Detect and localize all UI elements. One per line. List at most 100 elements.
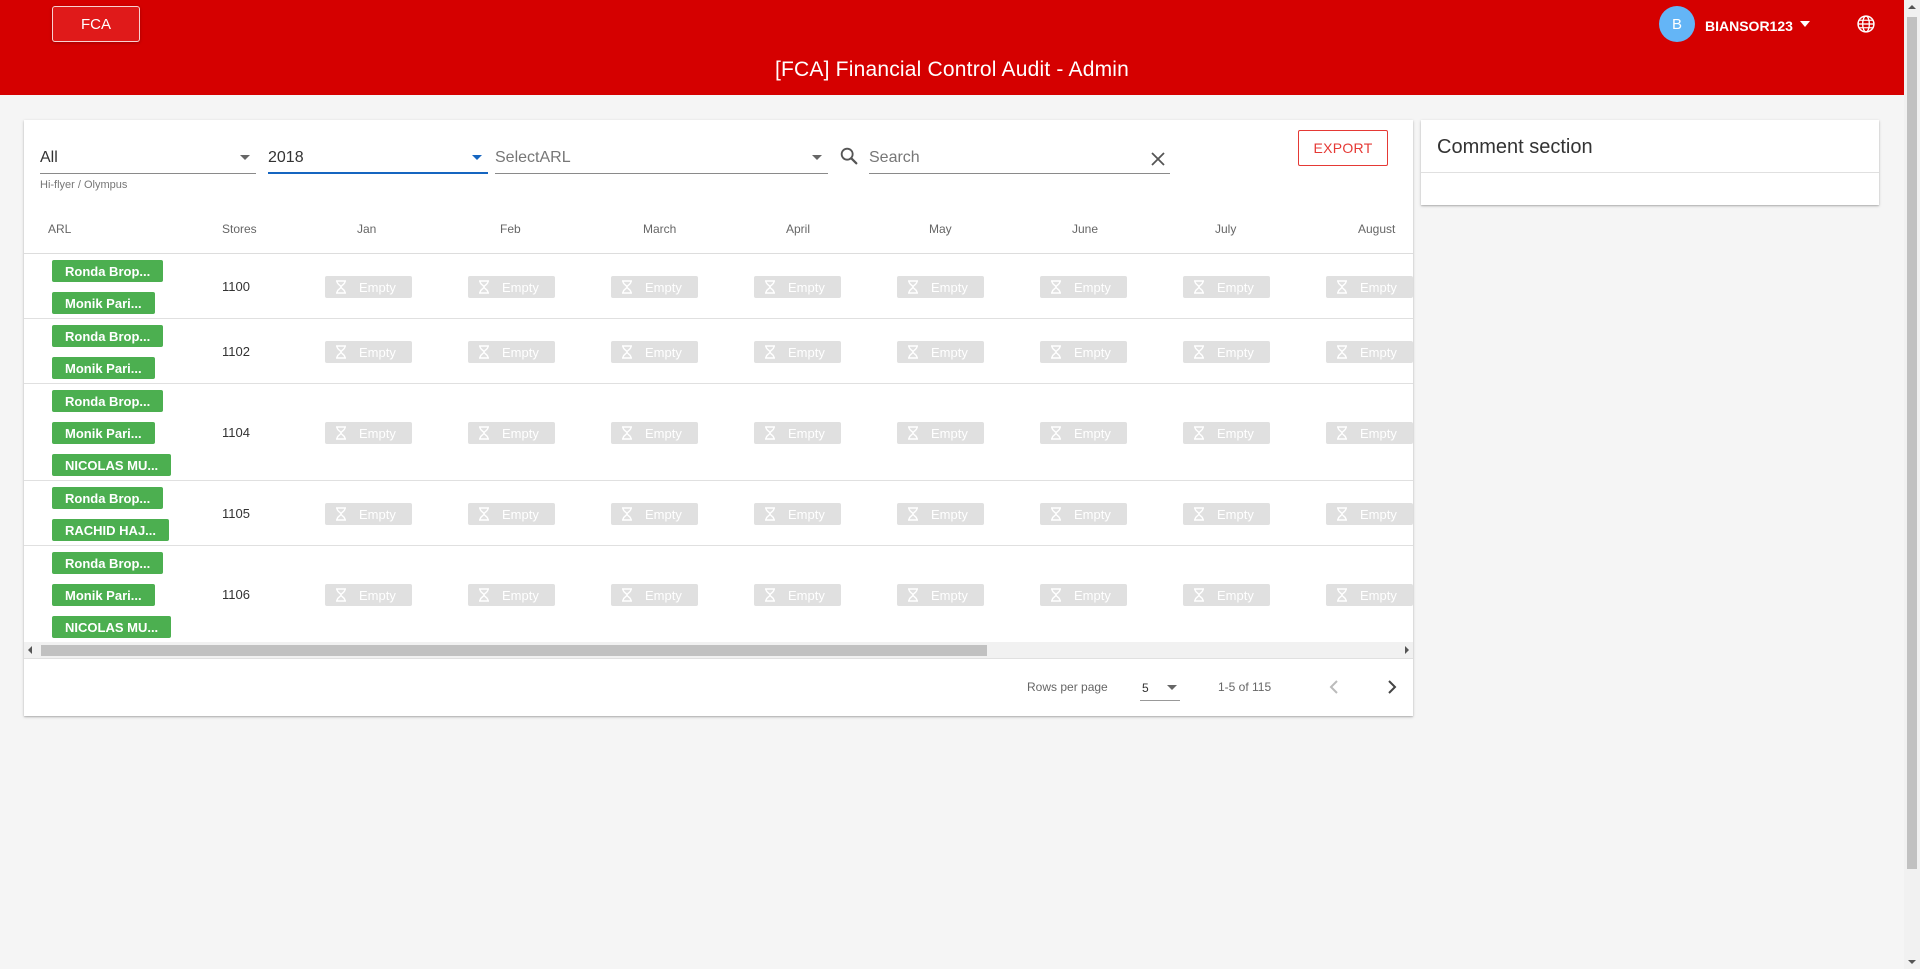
- arl-chip[interactable]: NICOLAS MU...: [52, 616, 172, 638]
- group-helper-text: Hi-flyer / Olympus: [40, 179, 128, 191]
- status-label: Empty: [1360, 344, 1397, 360]
- month-status-empty[interactable]: Empty: [325, 584, 412, 606]
- month-status-empty[interactable]: Empty: [1326, 584, 1413, 606]
- column-header-9: August: [1358, 222, 1396, 236]
- month-status-empty[interactable]: Empty: [1040, 422, 1127, 444]
- hourglass-icon: [1051, 280, 1061, 294]
- table-row[interactable]: Ronda Brop... Monik Pari... 1102 Empty Empty…: [24, 319, 1413, 384]
- horizontal-scrollbar[interactable]: [24, 642, 1413, 658]
- month-status-empty[interactable]: Empty: [897, 276, 984, 298]
- scroll-up-arrow-icon[interactable]: [1908, 5, 1916, 9]
- status-label: Empty: [1360, 279, 1397, 295]
- table-row[interactable]: Ronda Brop... Monik Pari... NICOLAS MU... 1…: [24, 384, 1413, 481]
- month-status-empty[interactable]: Empty: [325, 341, 412, 363]
- month-status-empty[interactable]: Empty: [611, 584, 698, 606]
- month-status-empty[interactable]: Empty: [611, 422, 698, 444]
- vertical-scroll-thumb[interactable]: [1907, 17, 1917, 869]
- arl-chip[interactable]: Monik Pari...: [52, 292, 155, 314]
- month-status-empty[interactable]: Empty: [1326, 422, 1413, 444]
- month-status-empty[interactable]: Empty: [897, 422, 984, 444]
- month-status-empty[interactable]: Empty: [325, 276, 412, 298]
- month-status-empty[interactable]: Empty: [468, 276, 555, 298]
- status-label: Empty: [645, 587, 682, 603]
- month-status-empty[interactable]: Empty: [1326, 503, 1413, 525]
- month-status-empty[interactable]: Empty: [897, 503, 984, 525]
- month-status-empty[interactable]: Empty: [754, 584, 841, 606]
- user-avatar[interactable]: B: [1659, 6, 1695, 42]
- status-label: Empty: [502, 425, 539, 441]
- arl-chip[interactable]: Monik Pari...: [52, 357, 155, 379]
- month-status-empty[interactable]: Empty: [1040, 584, 1127, 606]
- close-icon[interactable]: [1150, 151, 1166, 167]
- status-label: Empty: [931, 279, 968, 295]
- table-row[interactable]: Ronda Brop... RACHID HAJ... 1105 Empty Empty…: [24, 481, 1413, 546]
- year-select[interactable]: 2018: [268, 140, 488, 174]
- scroll-down-arrow-icon[interactable]: [1908, 960, 1916, 964]
- scroll-right-arrow-icon[interactable]: [1405, 646, 1409, 654]
- table-row[interactable]: Ronda Brop... Monik Pari... NICOLAS MU... 1…: [24, 546, 1413, 642]
- month-status-empty[interactable]: Empty: [1040, 341, 1127, 363]
- group-select[interactable]: All: [40, 140, 256, 174]
- group-select-value: All: [40, 149, 58, 166]
- export-button[interactable]: EXPORT: [1298, 130, 1388, 166]
- status-label: Empty: [1074, 344, 1111, 360]
- month-status-empty[interactable]: Empty: [611, 276, 698, 298]
- table-row[interactable]: Ronda Brop... Monik Pari... 1100 Empty Empty…: [24, 254, 1413, 319]
- month-status-empty[interactable]: Empty: [468, 584, 555, 606]
- user-menu-name[interactable]: BIANSOR123: [1705, 18, 1793, 34]
- month-status-empty[interactable]: Empty: [1326, 341, 1413, 363]
- chevron-down-icon: [1167, 685, 1177, 690]
- next-page-icon[interactable]: [1380, 675, 1404, 699]
- table-header: ARL Stores Jan Feb March April May June July Augu…: [24, 204, 1413, 254]
- arl-chip[interactable]: Ronda Brop...: [52, 260, 164, 282]
- hourglass-icon: [1051, 588, 1061, 602]
- month-status-empty[interactable]: Empty: [754, 341, 841, 363]
- arl-chip[interactable]: Ronda Brop...: [52, 325, 164, 347]
- month-status-empty[interactable]: Empty: [325, 422, 412, 444]
- globe-icon[interactable]: [1856, 14, 1876, 34]
- hourglass-icon: [1194, 280, 1204, 294]
- chevron-down-icon: [240, 155, 250, 160]
- arl-select[interactable]: SelectARL: [495, 140, 828, 174]
- month-status-empty[interactable]: Empty: [1040, 276, 1127, 298]
- status-label: Empty: [1217, 506, 1254, 522]
- month-status-empty[interactable]: Empty: [1326, 276, 1413, 298]
- scroll-left-arrow-icon[interactable]: [28, 646, 32, 654]
- arl-chip[interactable]: NICOLAS MU...: [52, 454, 172, 476]
- month-status-empty[interactable]: Empty: [1183, 341, 1270, 363]
- month-status-empty[interactable]: Empty: [468, 422, 555, 444]
- month-status-empty[interactable]: Empty: [897, 341, 984, 363]
- user-menu-caret-icon[interactable]: [1800, 21, 1810, 27]
- month-status-empty[interactable]: Empty: [754, 503, 841, 525]
- month-status-empty[interactable]: Empty: [754, 422, 841, 444]
- month-status-empty[interactable]: Empty: [1183, 276, 1270, 298]
- previous-page-icon[interactable]: [1322, 675, 1346, 699]
- month-status-empty[interactable]: Empty: [611, 341, 698, 363]
- status-label: Empty: [931, 587, 968, 603]
- month-status-empty[interactable]: Empty: [1183, 584, 1270, 606]
- search-field[interactable]: Search: [869, 140, 1170, 174]
- arl-chip[interactable]: Ronda Brop...: [52, 390, 164, 412]
- chevron-down-icon: [472, 155, 482, 160]
- hourglass-icon: [479, 280, 489, 294]
- arl-chip[interactable]: Monik Pari...: [52, 422, 155, 444]
- arl-chip[interactable]: RACHID HAJ...: [52, 519, 170, 541]
- month-status-empty[interactable]: Empty: [325, 503, 412, 525]
- audit-table-card: All Hi-flyer / Olympus 2018 SelectARL Se…: [24, 120, 1413, 716]
- month-status-empty[interactable]: Empty: [611, 503, 698, 525]
- month-status-empty[interactable]: Empty: [897, 584, 984, 606]
- arl-chip[interactable]: Ronda Brop...: [52, 487, 164, 509]
- month-status-empty[interactable]: Empty: [754, 276, 841, 298]
- search-input[interactable]: Search: [869, 149, 920, 167]
- month-status-empty[interactable]: Empty: [468, 503, 555, 525]
- page-vertical-scrollbar[interactable]: [1904, 0, 1920, 969]
- arl-chip[interactable]: Monik Pari...: [52, 584, 155, 606]
- horizontal-scroll-thumb[interactable]: [41, 645, 987, 656]
- fca-home-button[interactable]: FCA: [52, 6, 140, 42]
- month-status-empty[interactable]: Empty: [1183, 503, 1270, 525]
- month-status-empty[interactable]: Empty: [1183, 422, 1270, 444]
- arl-chip[interactable]: Ronda Brop...: [52, 552, 164, 574]
- month-status-empty[interactable]: Empty: [1040, 503, 1127, 525]
- rows-per-page-select[interactable]: 5: [1140, 673, 1180, 701]
- month-status-empty[interactable]: Empty: [468, 341, 555, 363]
